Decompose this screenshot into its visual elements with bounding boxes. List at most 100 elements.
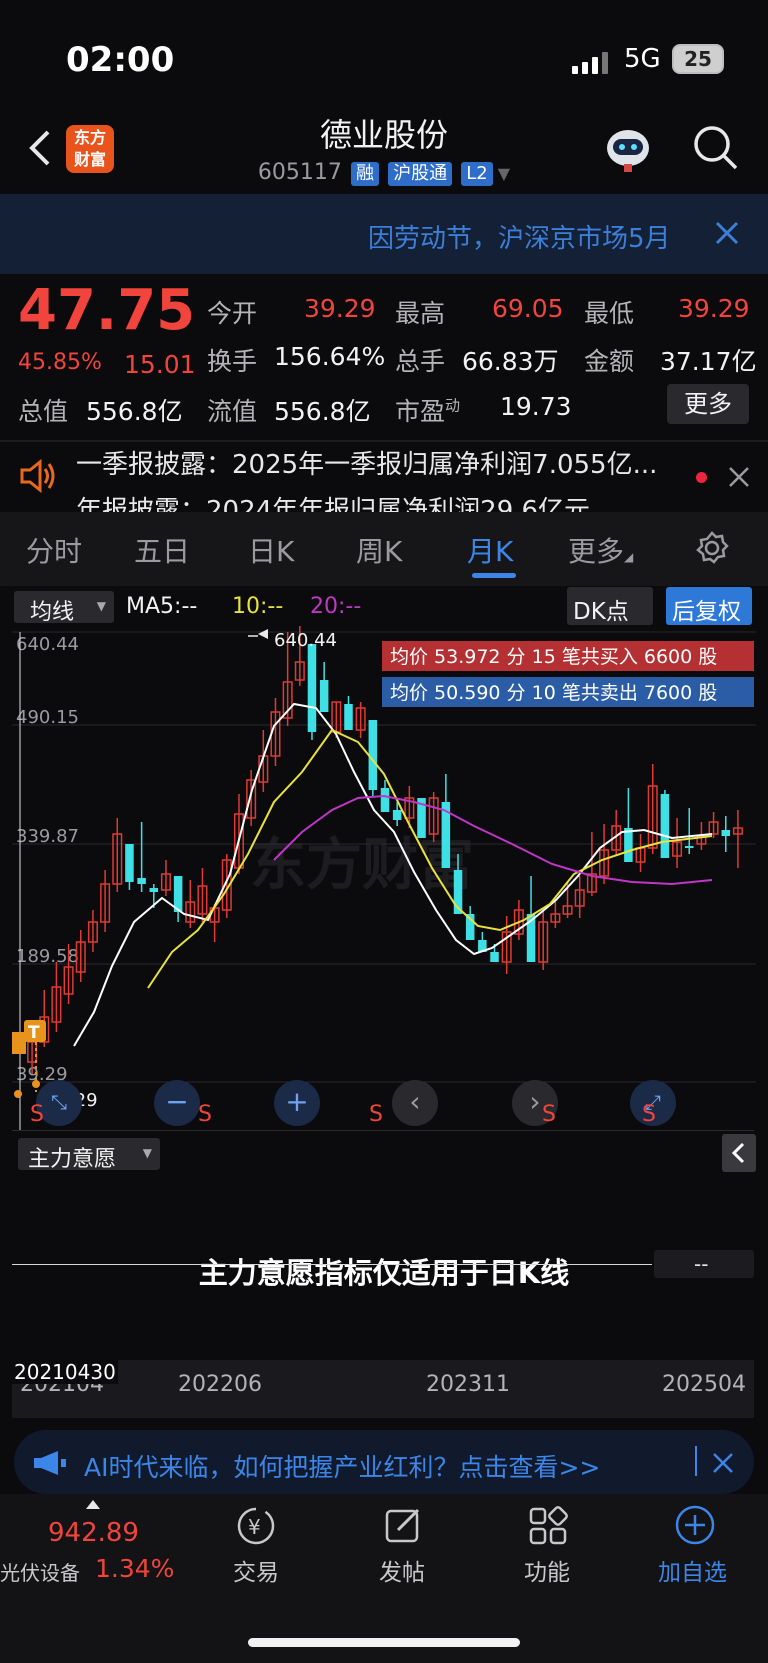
stock-code: 605117 <box>257 160 342 185</box>
adjust-button[interactable]: 后复权 <box>666 587 752 625</box>
svg-text:均价 53.972 分 15 笔共买入 6600 股: 均价 53.972 分 15 笔共买入 6600 股 <box>390 646 717 668</box>
y-axis-label: 339.87 <box>16 826 79 847</box>
news-line-1[interactable]: 一季报披露：2025年一季报归属净利润7.055亿... <box>76 444 676 481</box>
sell-marker: S <box>30 1102 44 1127</box>
y-axis-label: 189.58 <box>16 946 79 967</box>
high-label: 最高 <box>395 299 446 328</box>
tab-daily-k[interactable]: 日K <box>248 530 294 570</box>
ad-text[interactable]: AI时代来临，如何把握产业红利？点击查看>> <box>84 1448 600 1484</box>
megaphone-icon <box>32 1450 68 1476</box>
kline-chart[interactable]: 东方财富 640.44490.15339.87189.5839.29 640.4… <box>12 622 756 1130</box>
index-value[interactable]: 942.89 <box>48 1518 139 1548</box>
candle-body <box>125 844 134 882</box>
x-axis-bar <box>12 1360 754 1418</box>
open-value: 39.29 <box>304 294 376 323</box>
candle-body <box>344 704 353 730</box>
zoom-in-button[interactable]: + <box>274 1080 320 1126</box>
indicator-select[interactable]: 主力意愿 ▼ <box>18 1138 160 1172</box>
turnover-label: 换手 <box>207 347 258 376</box>
indicator-divider <box>12 1130 754 1131</box>
notice-text[interactable]: 因劳动节，沪深京市场5月 <box>368 218 688 255</box>
home-indicator[interactable] <box>248 1638 520 1647</box>
tab-monthly-k[interactable]: 月K <box>467 530 513 570</box>
candle-body <box>149 888 159 892</box>
more-button[interactable]: 更多 <box>667 384 749 424</box>
y-axis-label: 640.44 <box>16 634 79 655</box>
candle-body <box>392 810 402 820</box>
turnover-value: 156.64% <box>274 342 386 371</box>
dropdown-icon[interactable]: ▼ <box>498 164 510 183</box>
ad-divider <box>695 1446 697 1476</box>
mktcap-label: 总值 <box>18 397 69 426</box>
network-type: 5G <box>624 44 661 74</box>
svg-text:T: T <box>28 1023 40 1043</box>
nav-post[interactable]: 发帖 <box>379 1553 425 1587</box>
ma-select[interactable]: 均线 ▼ <box>14 591 114 625</box>
post-icon[interactable] <box>384 1506 424 1546</box>
mktcap-value: 556.8亿 <box>86 397 183 426</box>
speaker-icon <box>18 458 58 494</box>
x-label: 202504 <box>662 1372 746 1397</box>
dk-point-button[interactable]: DK点 <box>567 587 653 625</box>
candle-body <box>137 878 146 884</box>
candle-body <box>490 952 499 962</box>
cursor-date: 20210430 <box>12 1360 118 1384</box>
index-change[interactable]: 1.34% <box>95 1554 174 1583</box>
tab-weekly-k[interactable]: 周K <box>356 530 402 570</box>
sell-marker: S <box>198 1102 212 1127</box>
svg-text:均价 50.590 分 10 笔共卖出 7600 股: 均价 50.590 分 10 笔共卖出 7600 股 <box>390 682 717 704</box>
add-watchlist-icon[interactable] <box>674 1504 716 1546</box>
index-up-arrow-icon <box>86 1500 100 1509</box>
ad-close-icon[interactable] <box>712 1452 734 1474</box>
indicator-message: 主力意愿指标仅适用于日K线 <box>198 1256 570 1290</box>
candle-body <box>684 846 694 848</box>
high-annotation: 640.44 <box>274 630 337 651</box>
candle-body <box>721 830 731 836</box>
trade-icon[interactable]: ¥ <box>234 1504 278 1548</box>
battery-icon: 25 <box>672 44 724 74</box>
signal-icon <box>572 52 612 74</box>
high-value: 69.05 <box>492 294 564 323</box>
low-value: 39.29 <box>678 294 750 323</box>
candle-body <box>319 680 329 712</box>
functions-icon[interactable] <box>528 1506 568 1546</box>
volume-value: 66.83万 <box>462 347 559 376</box>
nav-add-watchlist[interactable]: 加自选 <box>658 1553 727 1587</box>
buy-info-box: 均价 53.972 分 15 笔共买入 6600 股 <box>382 641 754 671</box>
settings-icon[interactable] <box>694 530 730 566</box>
search-icon[interactable] <box>692 124 740 172</box>
sell-info-box: 均价 50.590 分 10 笔共卖出 7600 股 <box>382 677 754 707</box>
candle-body <box>380 788 390 812</box>
news-line-2[interactable]: 年报披露：2024年年报归属净利润29.6亿元 <box>76 490 676 512</box>
zoom-out-button[interactable]: − <box>154 1080 200 1126</box>
chevron-down-icon: ▼ <box>142 1146 152 1160</box>
amount-value: 37.17亿 <box>660 347 757 376</box>
tab-intraday[interactable]: 分时 <box>26 530 82 570</box>
tag-connect: 沪股通 <box>388 162 453 186</box>
news-divider-top <box>0 440 768 442</box>
candle-body <box>660 794 670 858</box>
x-label: 202206 <box>178 1372 262 1397</box>
sell-marker: S <box>642 1102 656 1127</box>
close-icon[interactable] <box>714 220 740 246</box>
unread-dot <box>696 472 707 483</box>
index-name[interactable]: 光伏设备 <box>0 1557 80 1586</box>
pe-value: 19.73 <box>500 392 572 421</box>
tab-underline <box>472 573 516 578</box>
crosshair-line <box>12 1264 652 1265</box>
amount-label: 金额 <box>584 347 635 376</box>
tab-more[interactable]: 更多◢ <box>568 530 633 570</box>
nav-trade[interactable]: 交易 <box>233 1553 279 1587</box>
chart-watermark: 东方财富 <box>250 833 474 898</box>
float-label: 流值 <box>207 397 258 426</box>
float-value: 556.8亿 <box>274 397 371 426</box>
collapse-panel-button[interactable] <box>722 1134 756 1172</box>
robot-assistant-icon[interactable] <box>602 124 654 174</box>
ma10-label: 10:-- <box>232 594 284 619</box>
scroll-left-button[interactable]: ‹ <box>392 1080 438 1126</box>
open-label: 今开 <box>207 299 258 328</box>
tab-five-day[interactable]: 五日 <box>134 530 190 570</box>
nav-functions[interactable]: 功能 <box>524 1553 570 1587</box>
news-close-icon[interactable] <box>728 466 750 488</box>
pe-label: 市盈动 <box>395 396 461 426</box>
